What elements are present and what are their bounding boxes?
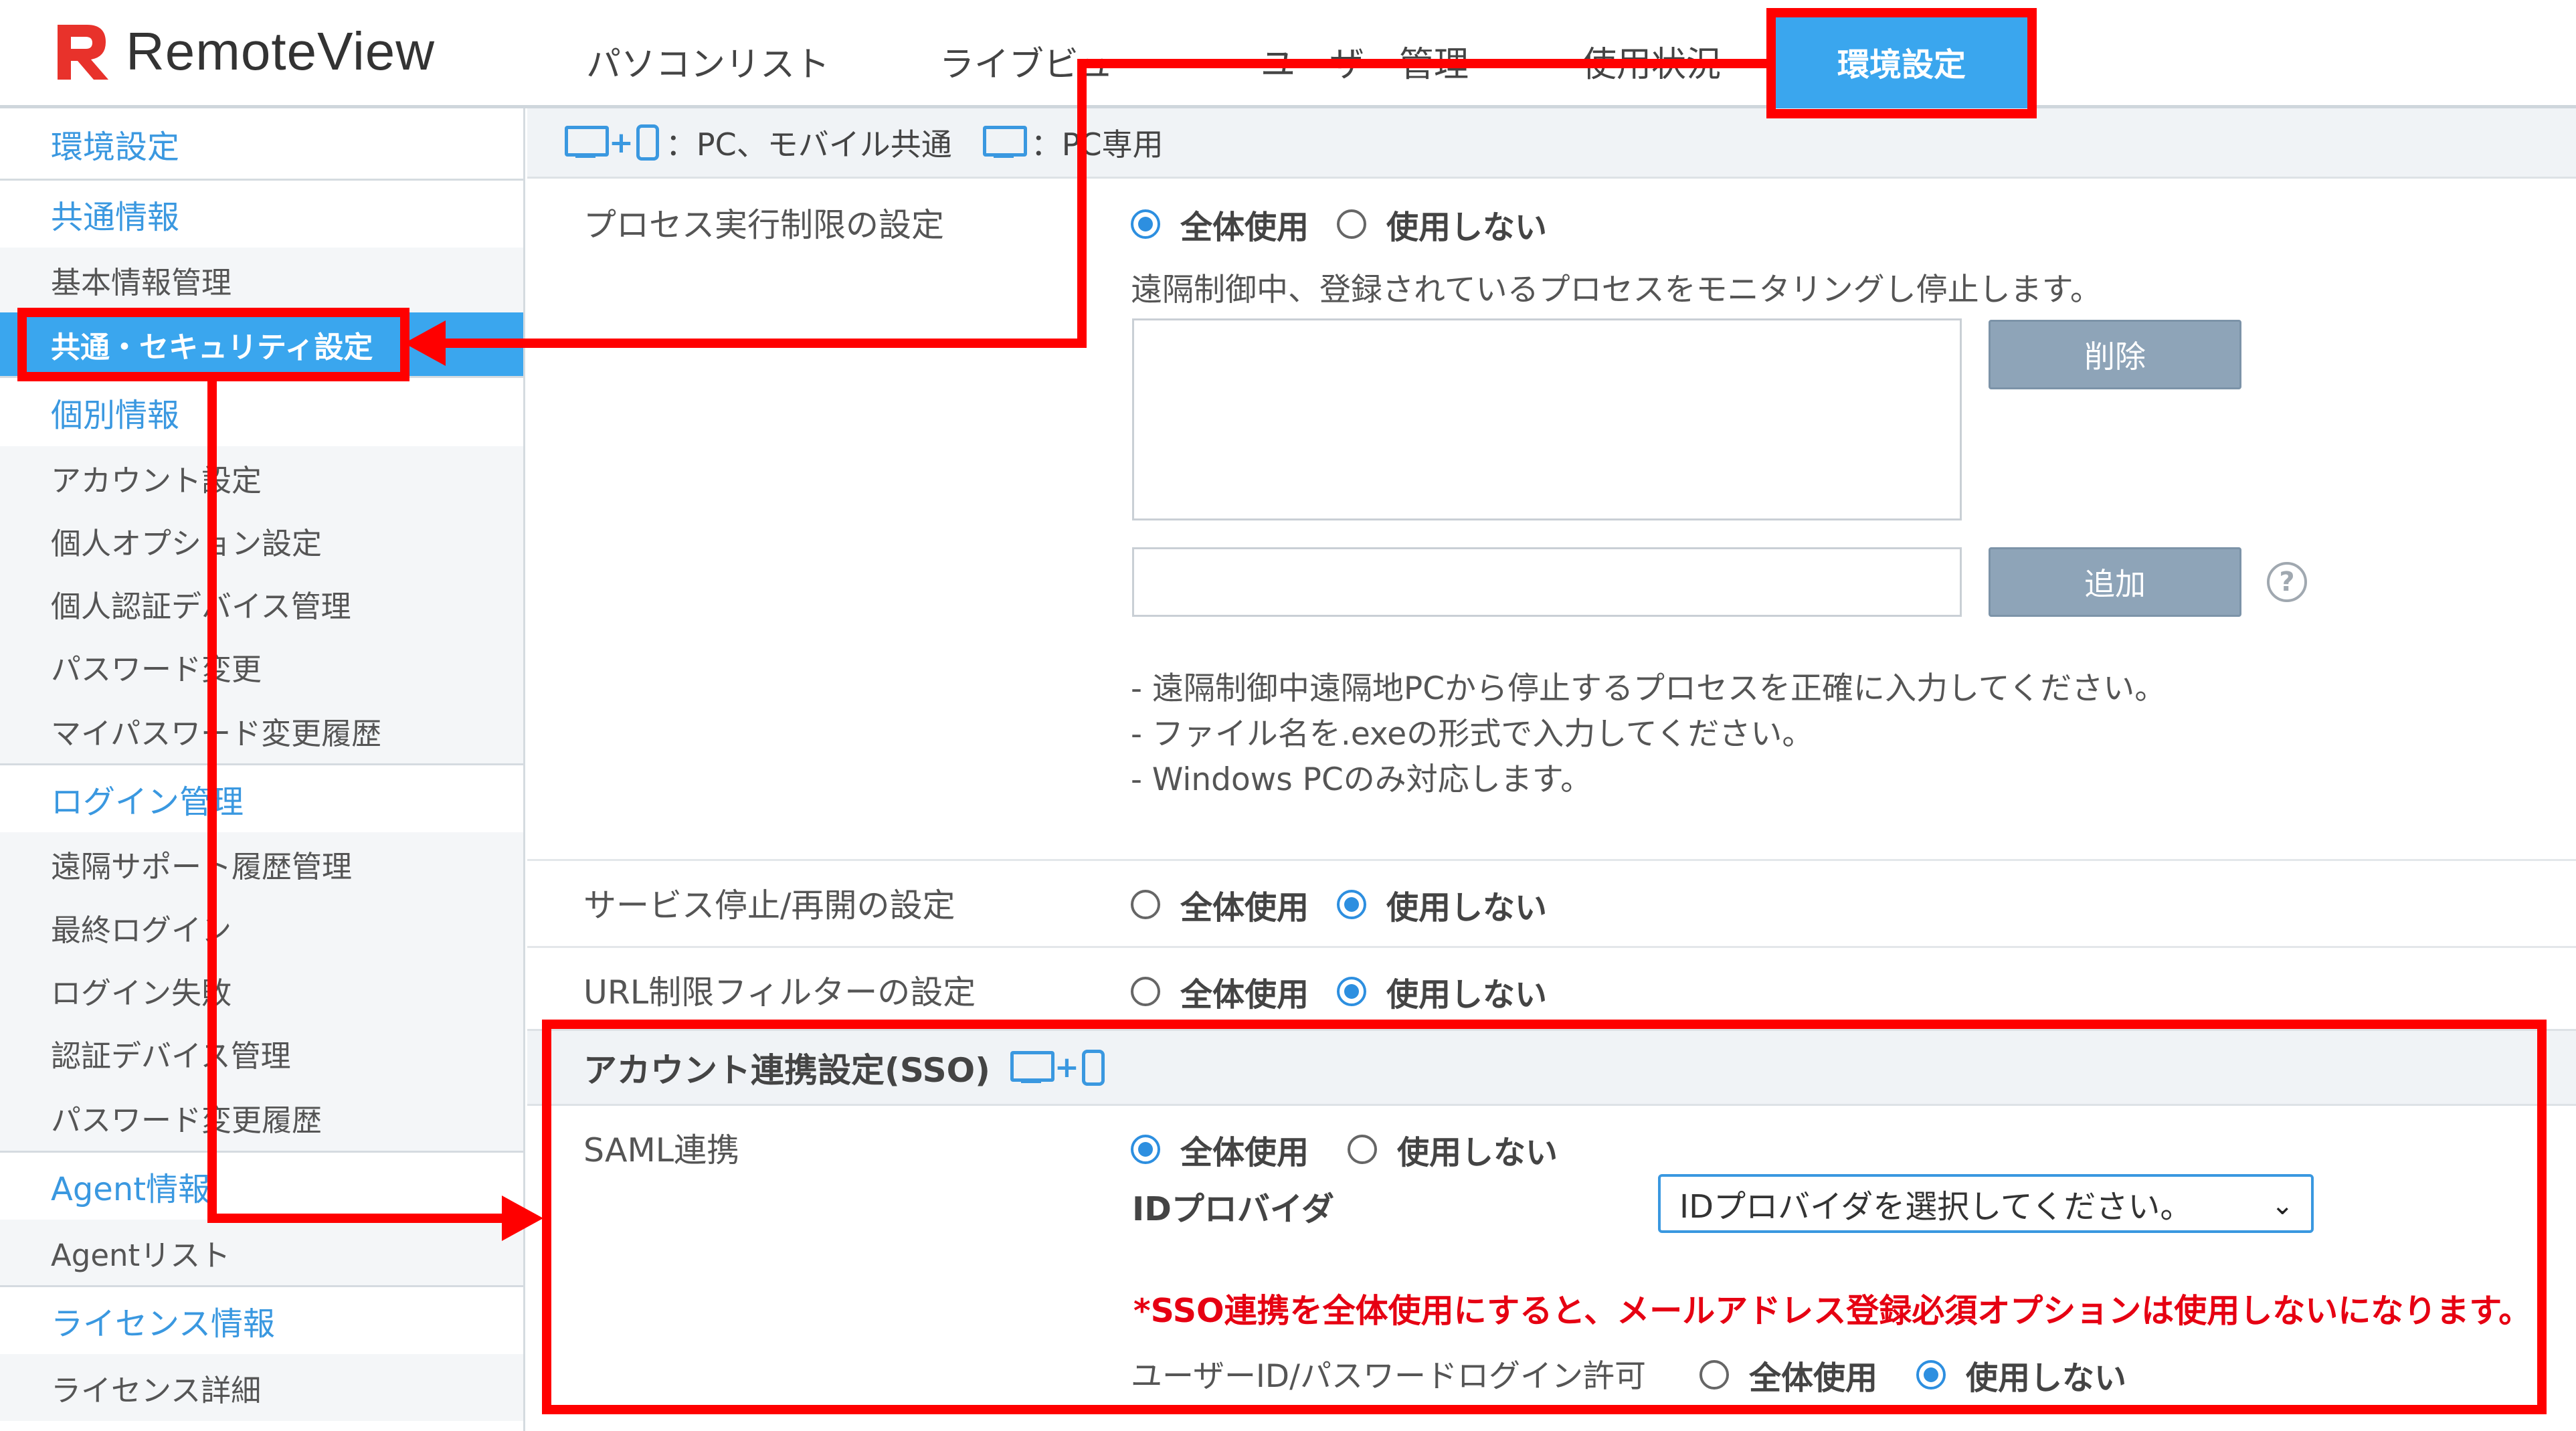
annotation-arrow-left [404,320,446,366]
top-header: RemoteView パソコンリスト ライブビュー ユーザー管理 使用状況 環境… [0,0,2576,108]
process-list-box[interactable] [1132,318,1962,520]
annotation-line [1077,59,1087,348]
process-note-3: - Windows PCのみ対応します。 [1131,761,1592,798]
radio-selected-icon [1131,209,1160,239]
sidebar-section-login[interactable]: ログイン管理 [0,763,523,832]
divider [527,859,2576,861]
sidebar-item-license-detail[interactable]: ライセンス詳細 [0,1354,523,1421]
divider [527,946,2576,948]
pc-icon [565,126,609,159]
sidebar-item-my-password-history[interactable]: マイパスワード変更履歴 [0,698,523,763]
icon-legend: + ：PC、モバイル共通 ：PC専用 [527,108,2576,179]
add-button[interactable]: 追加 [1989,547,2241,617]
sidebar-section-settings[interactable]: 環境設定 [0,108,523,179]
sidebar-item-account[interactable]: アカウント設定 [0,446,523,509]
sidebar-item-personal-auth-device[interactable]: 個人認証デバイス管理 [0,572,523,635]
sidebar-item-password-history[interactable]: パスワード変更履歴 [0,1084,523,1151]
sidebar-section-individual[interactable]: 個別情報 [0,376,523,446]
annotation-arrow-right [502,1196,543,1241]
annotation-line [207,375,217,1223]
radio-empty-icon [1131,977,1160,1006]
sidebar-item-last-login[interactable]: 最終ログイン [0,896,523,959]
highlight-sso-section [542,1020,2547,1414]
annotation-line [1077,59,1773,68]
radio-empty-icon [1337,209,1366,239]
sidebar-section-common[interactable]: 共通情報 [0,179,523,248]
service-radio-all[interactable]: 全体使用 [1131,881,1309,928]
highlight-security-item [17,308,409,381]
plus-icon: + [609,125,634,160]
sidebar-section-agent[interactable]: Agent情報 [0,1151,523,1220]
process-setting-label: プロセス実行制限の設定 [583,206,945,244]
sidebar-item-login-failure[interactable]: ログイン失敗 [0,959,523,1022]
sidebar-item-personal-option[interactable]: 個人オプション設定 [0,509,523,572]
sidebar-item-basic-info[interactable]: 基本情報管理 [0,248,523,312]
url-radio-all[interactable]: 全体使用 [1131,968,1309,1015]
service-setting-label: サービス停止/再開の設定 [583,886,955,925]
annotation-line [207,1214,507,1223]
sidebar-item-password-change[interactable]: パスワード変更 [0,635,523,698]
process-radio-none[interactable]: 使用しない [1337,201,1547,248]
legend-common-text: ：PC、モバイル共通 [665,126,952,163]
sidebar-section-license[interactable]: ライセンス情報 [0,1285,523,1354]
service-radio-none[interactable]: 使用しない [1337,881,1547,928]
mobile-icon [636,124,659,161]
logo[interactable]: RemoteView [52,15,435,88]
radio-selected-icon [1337,890,1366,919]
delete-button[interactable]: 削除 [1989,320,2241,389]
sidebar-item-agent-list[interactable]: Agentリスト [0,1220,523,1285]
sidebar-item-auth-device[interactable]: 認証デバイス管理 [0,1022,523,1084]
process-input[interactable] [1132,547,1962,617]
sidebar: 環境設定 共通情報 基本情報管理 共通・セキュリティ設定 個別情報 アカウント設… [0,108,525,1431]
radio-empty-icon [1131,890,1160,919]
process-note-2: - ファイル名を.exeの形式で入力してください。 [1131,716,1814,753]
process-radio-all[interactable]: 全体使用 [1131,201,1309,248]
legend-pc-text: ：PC専用 [1030,126,1164,163]
help-icon[interactable]: ? [2267,562,2307,602]
url-setting-label: URL制限フィルターの設定 [583,973,976,1012]
sidebar-item-remote-support-history[interactable]: 遠隔サポート履歴管理 [0,832,523,896]
radio-selected-icon [1337,977,1366,1006]
logo-mark-icon [52,19,116,84]
process-description: 遠隔制御中、登録されているプロセスをモニタリングし停止します。 [1131,272,2102,308]
highlight-settings-tab [1766,8,2037,118]
url-radio-none[interactable]: 使用しない [1337,968,1547,1015]
process-note-1: - 遠隔制御中遠隔地PCから停止するプロセスを正確に入力してください。 [1131,670,2167,707]
annotation-line [442,339,1087,348]
logo-text: RemoteView [126,21,436,81]
pc-icon [982,126,1027,159]
nav-pc-list[interactable]: パソコンリスト [586,36,830,86]
